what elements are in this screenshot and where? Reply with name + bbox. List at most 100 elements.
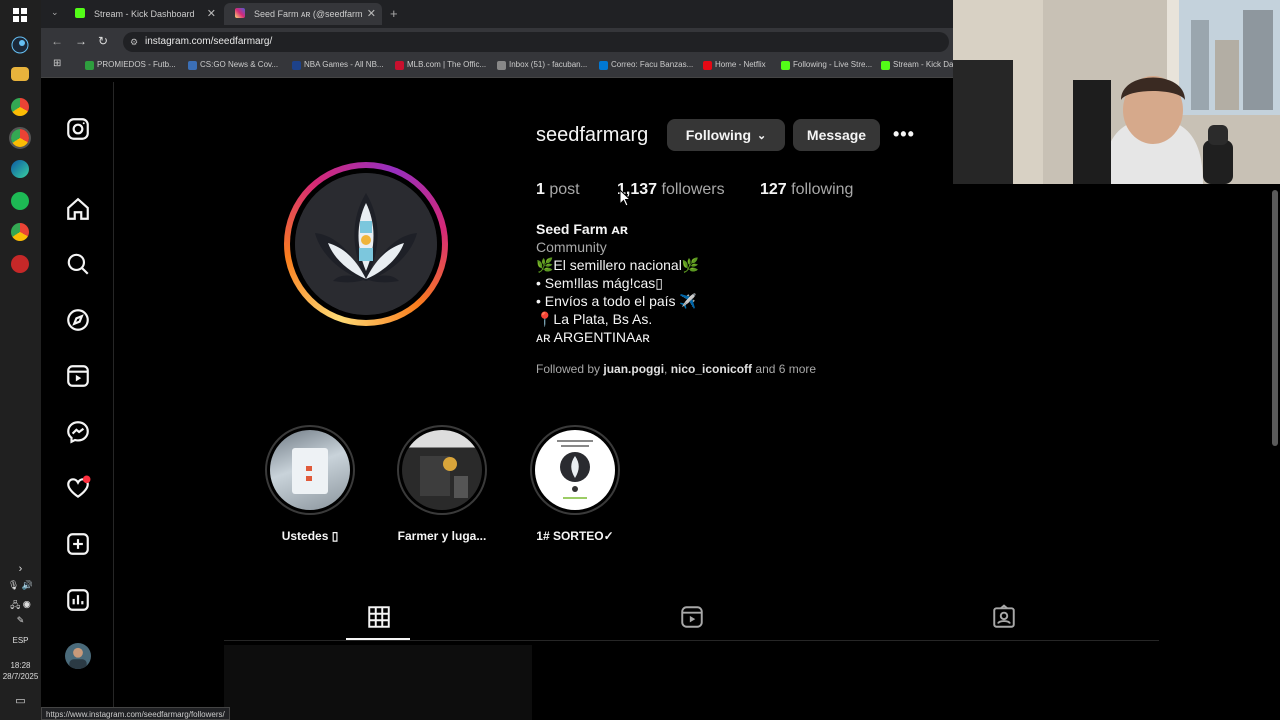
bio-line: • Sem!llas mág!cas▯ (536, 275, 663, 291)
highlight-label: Ustedes ▯ (281, 529, 339, 543)
tab-instagram[interactable]: Seed Farm ᴀʀ (@seedfarmarg) · ✕ (224, 3, 382, 25)
following-link[interactable]: 127 following (760, 181, 853, 199)
browser-tab-bar: ⌄ Stream - Kick Dashboard ✕ Seed Farm ᴀʀ… (41, 0, 953, 28)
bookmark-favicon-icon (703, 61, 712, 70)
reload-icon[interactable]: ↻ (98, 34, 108, 48)
mic-icon[interactable]: 🎙 🔊 (0, 580, 41, 591)
instagram-sidebar (41, 82, 114, 720)
site-info-icon[interactable]: ⚙ (130, 32, 138, 52)
edge-icon[interactable] (11, 160, 29, 178)
create-plus-icon[interactable] (65, 531, 91, 557)
clock-date[interactable]: 28/7/2025 (0, 672, 41, 681)
bookmark-favicon-icon (188, 61, 197, 70)
highlight-label: Farmer y luga... (397, 529, 487, 543)
address-bar[interactable]: ⚙ instagram.com/seedfarmarg/ (123, 32, 949, 52)
bookmark-item[interactable]: Inbox (51) - facuban... (497, 60, 587, 70)
bookmark-label: Following - Live Stre... (793, 60, 873, 69)
following-button-label: Following (685, 127, 752, 143)
category-label: Community (536, 239, 607, 255)
file-explorer-icon[interactable] (11, 67, 29, 81)
explore-icon[interactable] (65, 307, 91, 333)
bookmark-item[interactable]: PROMIEDOS - Futb... (85, 60, 176, 70)
tab-search-icon[interactable]: ⌄ (51, 7, 59, 18)
profile-username: seedfarmarg (536, 124, 649, 146)
more-options-icon[interactable]: ••• (893, 124, 915, 145)
close-tab-icon[interactable]: ✕ (207, 7, 216, 20)
forward-icon[interactable]: → (75, 34, 87, 48)
bookmark-favicon-icon (292, 61, 301, 70)
highlight-item[interactable]: 1# SORTEO✓ (530, 425, 620, 543)
post-thumbnail[interactable] (224, 645, 532, 720)
apps-grid-icon[interactable]: ⊞ (53, 58, 61, 69)
highlight-ring (265, 425, 355, 515)
active-tab-indicator (346, 638, 410, 640)
close-tab-icon[interactable]: ✕ (367, 7, 376, 20)
new-tab-icon[interactable]: + (390, 6, 398, 21)
highlight-ring (530, 425, 620, 515)
following-label: following (791, 181, 854, 198)
profile-avatar-image[interactable] (295, 173, 437, 315)
windows-taskbar: › 🎙 🔊 🖧 ◉ ✎ ESP 18:28 28/7/2025 ▭ (0, 0, 41, 720)
reels-tab-icon[interactable] (679, 604, 705, 630)
tab-kick-dashboard[interactable]: Stream - Kick Dashboard ✕ (64, 3, 222, 25)
webcam-overlay (953, 0, 1280, 184)
bookmark-label: MLB.com | The Offic... (407, 60, 487, 69)
highlight-item[interactable]: Farmer y luga... (397, 425, 487, 543)
bookmark-label: Home - Netflix (715, 60, 766, 69)
chrome-active-icon[interactable] (9, 127, 31, 149)
followers-link[interactable]: 1,137 followers (617, 181, 725, 199)
windows-start-icon[interactable] (11, 6, 29, 24)
clock-time[interactable]: 18:28 (0, 661, 41, 670)
language-indicator[interactable]: ESP (0, 636, 41, 645)
browser-toolbar: ← → ↻ ⚙ instagram.com/seedfarmarg/ (41, 28, 953, 56)
chrome-profile-icon[interactable] (11, 223, 29, 241)
chrome-icon[interactable] (11, 98, 29, 116)
tagged-tab-icon[interactable] (991, 604, 1017, 630)
following-button[interactable]: Following ⌄ (667, 119, 785, 151)
bookmark-item[interactable]: Correo: Facu Banzas... (599, 60, 693, 70)
search-icon[interactable] (65, 251, 91, 277)
bookmark-favicon-icon (781, 61, 790, 70)
highlight-ring (397, 425, 487, 515)
notification-icon[interactable]: ▭ (0, 694, 41, 707)
followed-by-user[interactable]: juan.poggi (603, 362, 664, 376)
network-icon[interactable]: 🖧 ◉ (0, 598, 41, 614)
reels-icon[interactable] (65, 363, 91, 389)
app-icon[interactable] (11, 255, 29, 273)
tray-chevron-icon[interactable]: › (0, 563, 41, 575)
bookmark-item[interactable]: CS:GO News & Cov... (188, 60, 279, 70)
followed-by-prefix: Followed by (536, 362, 601, 376)
bio-line: 📍La Plata, Bs As. (536, 311, 653, 327)
posts-label: post (549, 181, 580, 198)
bookmark-item[interactable]: Stream - Kick Da (881, 60, 953, 70)
bookmark-label: CS:GO News & Cov... (200, 60, 279, 69)
home-icon[interactable] (65, 196, 91, 222)
pen-icon[interactable]: ✎ (0, 615, 41, 626)
profile-avatar-icon[interactable] (65, 643, 91, 669)
spotify-icon[interactable] (11, 192, 29, 210)
notifications-heart-icon[interactable] (65, 475, 91, 501)
messenger-icon[interactable] (65, 419, 91, 445)
bookmark-favicon-icon (395, 61, 404, 70)
url-text: instagram.com/seedfarmarg/ (145, 36, 273, 47)
followed-by-user[interactable]: nico_iconicoff (671, 362, 752, 376)
link-status-bar: https://www.instagram.com/seedfarmarg/fo… (41, 707, 230, 720)
back-icon[interactable]: ← (51, 34, 63, 48)
webcam-image (953, 0, 1280, 184)
bookmark-item[interactable]: MLB.com | The Offic... (395, 60, 487, 70)
instagram-logo-icon[interactable] (65, 116, 91, 142)
bio-line: 🌿El semillero nacional🌿 (536, 257, 700, 273)
bookmark-item[interactable]: NBA Games - All NB... (292, 60, 384, 70)
bookmark-item[interactable]: Home - Netflix (703, 60, 766, 70)
posts-grid-tab-icon[interactable] (366, 604, 392, 630)
steam-icon[interactable] (11, 36, 29, 54)
highlight-label: 1# SORTEO✓ (536, 529, 614, 543)
bookmark-item[interactable]: Following - Live Stre... (781, 60, 873, 70)
message-button[interactable]: Message (793, 119, 880, 151)
highlight-item[interactable]: Ustedes ▯ (265, 425, 355, 543)
display-name: Seed Farm ᴀʀ (536, 221, 628, 237)
followed-by-text[interactable]: Followed by juan.poggi, nico_iconicoff a… (536, 362, 816, 376)
following-count: 127 (760, 181, 787, 198)
page-scrollbar-thumb[interactable] (1272, 190, 1278, 446)
dashboard-icon[interactable] (65, 587, 91, 613)
